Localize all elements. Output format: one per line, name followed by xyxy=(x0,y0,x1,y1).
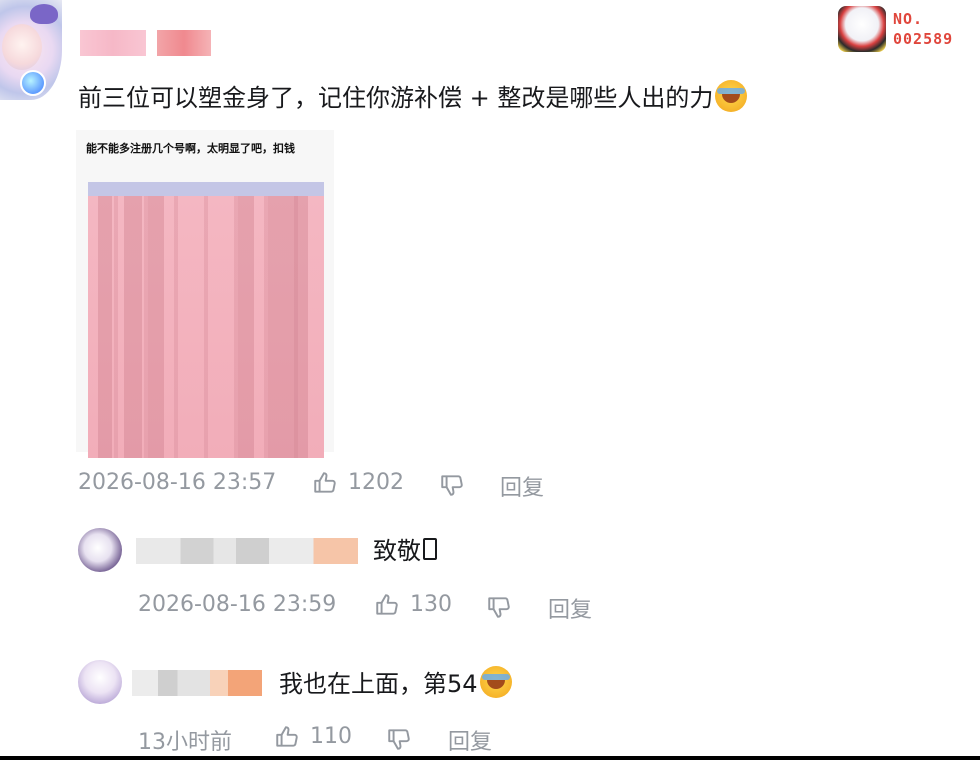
comment-text-content: 前三位可以塑金身了，记住你游补偿 + 整改是哪些人出的力 xyxy=(78,84,714,112)
reply-username-pixelated[interactable] xyxy=(132,670,262,696)
fan-badge-number: 002589 xyxy=(893,30,954,48)
laugh-cry-emoji-icon xyxy=(715,80,748,112)
comment-timestamp: 2026-08-16 23:57 xyxy=(78,470,277,495)
fan-badge-no-label: NO. xyxy=(893,10,924,28)
reply-button[interactable]: 回复 xyxy=(500,470,544,502)
fan-badge-sticker xyxy=(838,6,886,52)
attachment-blurred-table xyxy=(88,182,324,458)
reply-like-count: 130 xyxy=(410,592,452,617)
comment-text: 前三位可以塑金身了，记住你游补偿 + 整改是哪些人出的力 xyxy=(78,80,748,115)
reply-button[interactable]: 回复 xyxy=(548,592,592,624)
attachment-caption: 能不能多注册几个号啊，太明显了吧，扣钱 xyxy=(86,142,295,155)
missing-glyph-icon xyxy=(423,538,437,560)
thumb-up-icon[interactable] xyxy=(274,724,300,750)
avatar-badge-icon xyxy=(20,70,46,96)
thumb-up-icon[interactable] xyxy=(312,470,338,496)
username-pixelated[interactable] xyxy=(80,30,146,56)
reply-avatar[interactable] xyxy=(78,528,122,572)
reply-like-count: 110 xyxy=(310,724,352,749)
like-count: 1202 xyxy=(348,470,404,495)
avatar-bow-decoration xyxy=(30,4,58,24)
thumb-up-icon[interactable] xyxy=(374,592,400,618)
reply-text-content: 我也在上面，第54 xyxy=(279,670,478,698)
thumb-down-icon[interactable] xyxy=(386,726,412,752)
reply-username-pixelated[interactable] xyxy=(136,538,358,564)
laugh-cry-emoji-icon xyxy=(479,666,512,698)
reply-timestamp: 2026-08-16 23:59 xyxy=(138,592,337,617)
reply-text: 致敬 xyxy=(373,534,437,568)
reply-timestamp: 13小时前 xyxy=(138,730,232,755)
commenter-avatar[interactable] xyxy=(0,0,62,100)
username-pixelated-part2[interactable] xyxy=(157,30,211,56)
thumb-down-icon[interactable] xyxy=(439,472,465,498)
reply-button[interactable]: 回复 xyxy=(448,724,492,756)
avatar-face xyxy=(2,24,42,70)
reply-text-content: 致敬 xyxy=(373,537,421,565)
bottom-divider xyxy=(0,756,980,760)
reply-avatar[interactable] xyxy=(78,660,122,704)
thumb-down-icon[interactable] xyxy=(486,594,512,620)
reply-text: 我也在上面，第54 xyxy=(279,666,512,701)
